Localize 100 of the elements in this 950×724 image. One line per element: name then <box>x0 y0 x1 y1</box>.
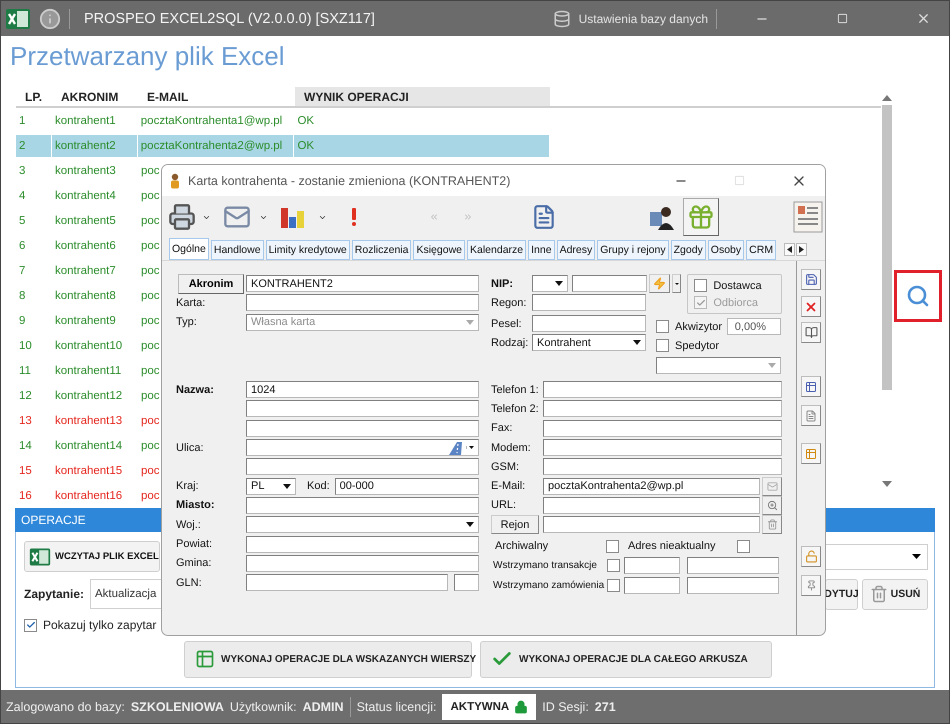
dropdown[interactable] <box>532 275 568 292</box>
column-header: E-MAIL <box>146 88 190 106</box>
tab[interactable]: Grupy i rejony <box>597 240 669 260</box>
checkbox[interactable] <box>607 559 620 572</box>
table-cell: 2 <box>16 134 51 156</box>
text-field[interactable] <box>543 496 760 514</box>
checkbox[interactable] <box>656 320 669 334</box>
text-field[interactable] <box>454 574 479 592</box>
checkbox[interactable] <box>737 540 750 553</box>
table-cell-text: 6 <box>18 238 26 254</box>
save-icon <box>804 273 818 286</box>
text-field[interactable] <box>572 275 647 292</box>
scroll-right-button[interactable] <box>796 242 808 256</box>
checkbox[interactable] <box>607 579 620 592</box>
text-field[interactable] <box>246 536 479 553</box>
text-field[interactable]: KONTRAHENT2 <box>246 275 479 292</box>
tab[interactable]: Osoby <box>708 240 744 260</box>
table-cell-text: 13 <box>18 414 33 428</box>
road-icon[interactable] <box>447 440 463 455</box>
caret-button[interactable] <box>672 274 681 294</box>
info-icon[interactable] <box>39 8 61 30</box>
bar-chart-icon[interactable] <box>280 205 306 229</box>
tab[interactable]: Limity kredytowe <box>266 240 350 260</box>
text-field[interactable]: 1024 <box>246 381 479 398</box>
delete-button[interactable]: USUŃ <box>862 578 928 610</box>
envelope-button[interactable] <box>762 476 782 496</box>
text-field[interactable] <box>687 557 779 574</box>
text-field[interactable] <box>624 577 680 594</box>
zoom-button[interactable] <box>762 496 782 515</box>
scroll-left-button[interactable] <box>784 242 796 256</box>
tab[interactable]: Handlowe <box>210 240 264 260</box>
text-field[interactable] <box>246 496 479 514</box>
run-sheet-button[interactable]: WYKONAJ OPERACJE DLA CAŁEGO ARKUSZA <box>480 640 772 678</box>
database-icon[interactable] <box>552 10 571 28</box>
tab[interactable]: Ogólne <box>169 238 209 260</box>
dropdown[interactable]: PL <box>246 478 296 495</box>
text-field[interactable] <box>532 315 646 332</box>
text-field[interactable] <box>543 400 782 418</box>
contact-card-icon[interactable] <box>793 201 823 233</box>
trash-button[interactable] <box>762 515 782 534</box>
save-button[interactable] <box>801 269 821 290</box>
column-header: WYNIK OPERACJI <box>295 87 550 106</box>
text-field[interactable] <box>543 458 782 476</box>
checkbox[interactable] <box>694 279 708 292</box>
text-field[interactable] <box>687 577 779 594</box>
checkbox[interactable] <box>606 540 619 553</box>
text-field[interactable] <box>246 458 479 476</box>
text-field[interactable]: 00-000 <box>334 478 479 495</box>
text-field[interactable] <box>246 420 479 437</box>
table-cell: kontrahent2 <box>52 134 137 156</box>
exclamation-icon[interactable] <box>351 208 357 226</box>
scrollbar[interactable] <box>881 95 893 487</box>
table-cell-text: poc <box>140 488 161 504</box>
text-field[interactable] <box>246 574 448 592</box>
dropdown[interactable]: Kontrahent <box>532 334 646 352</box>
text-field[interactable] <box>543 516 760 534</box>
tab[interactable]: Zgody <box>670 240 706 260</box>
book-button[interactable] <box>801 322 821 343</box>
tab[interactable]: Rozliczenia <box>352 240 412 260</box>
text-field[interactable] <box>246 439 479 456</box>
tab[interactable]: Adresy <box>556 240 596 260</box>
printer-icon[interactable] <box>168 203 196 231</box>
field-label: Powiat: <box>176 538 212 550</box>
table-button[interactable] <box>801 443 821 464</box>
table-cell-text: kontrahent11 <box>54 364 122 378</box>
akronim-button[interactable]: Akronim <box>178 274 244 294</box>
pin-button[interactable] <box>801 575 821 596</box>
person-reading-icon[interactable] <box>649 204 675 230</box>
search-button[interactable] <box>894 270 942 322</box>
text-field[interactable] <box>543 420 782 437</box>
text-field[interactable] <box>246 294 479 312</box>
unlock-button[interactable] <box>801 546 821 567</box>
table-cell-text: kontrahent1 <box>54 114 117 128</box>
database-settings-link[interactable]: Ustawienia bazy danych <box>578 12 708 26</box>
tab[interactable]: Kalendarze <box>467 240 526 260</box>
checkbox[interactable] <box>656 339 669 352</box>
rejon-button[interactable]: Rejon <box>491 515 539 534</box>
text-field[interactable] <box>246 400 479 418</box>
tab[interactable]: CRM <box>746 240 776 260</box>
text-field[interactable] <box>543 439 782 456</box>
gift-button[interactable] <box>683 198 719 236</box>
field-label: Telefon 1: <box>491 384 539 396</box>
delete-button[interactable] <box>801 296 821 317</box>
maximize-button[interactable] <box>837 13 848 24</box>
text-field[interactable] <box>532 294 646 312</box>
tab[interactable]: Inne <box>528 240 555 260</box>
grid-button[interactable] <box>801 376 821 397</box>
load-excel-button[interactable]: WCZYTAJ PLIK EXCEL <box>24 541 160 572</box>
table-row[interactable]: 1 kontrahent1 pocztaKontrahenta1@wp.pl OK <box>16 108 550 133</box>
field-label: GLN: <box>176 576 202 589</box>
text-field[interactable]: pocztaKontrahenta2@wp.pl <box>543 478 760 495</box>
document-button[interactable] <box>801 405 821 426</box>
text-field[interactable] <box>624 557 680 574</box>
percent-spinner[interactable]: 0,00% <box>727 318 781 336</box>
tab[interactable]: Księgowe <box>413 240 465 260</box>
checkbox[interactable] <box>24 618 37 632</box>
lightning-button[interactable] <box>649 274 670 294</box>
table-cell-text: 11 <box>18 364 32 378</box>
text-field[interactable] <box>246 554 479 572</box>
text-field[interactable] <box>543 381 782 398</box>
